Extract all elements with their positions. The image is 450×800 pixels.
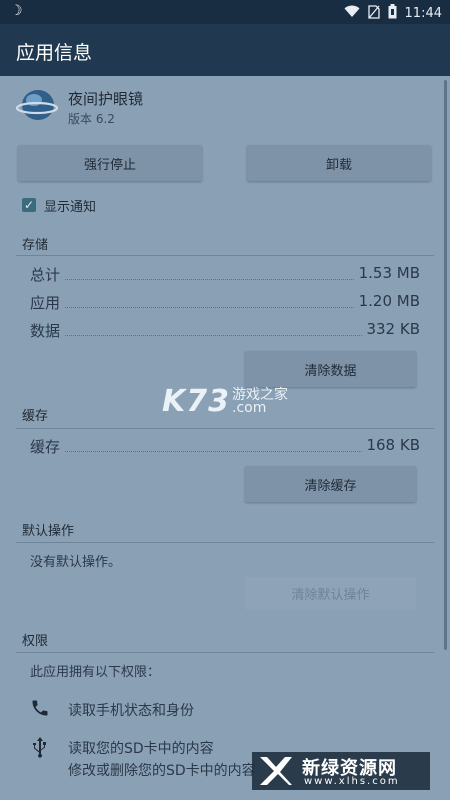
storage-row-data: 数据 332 KB <box>30 320 420 342</box>
show-notification-toggle[interactable]: ✓ 显示通知 <box>22 195 96 215</box>
no-sim-icon <box>367 4 380 23</box>
checkbox-checked-icon[interactable]: ✓ <box>22 198 36 212</box>
storage-data-value: 332 KB <box>362 320 420 338</box>
app-version: 版本 6.2 <box>68 112 115 126</box>
night-mode-icon: ☽ <box>10 3 23 19</box>
badge-site: www.xlhs.com <box>304 776 400 787</box>
cache-section-title: 缓存 <box>22 409 49 424</box>
page-title: 应用信息 <box>16 42 93 64</box>
cache-value: 168 KB <box>362 436 420 454</box>
battery-icon <box>388 4 397 23</box>
storage-divider <box>16 255 434 256</box>
wifi-icon <box>344 5 360 22</box>
status-time: 11:44 <box>404 6 442 21</box>
show-notification-label: 显示通知 <box>44 199 97 215</box>
defaults-text: 没有默认操作。 <box>30 555 122 570</box>
app-header: 夜间护眼镜 版本 6.2 <box>16 86 436 132</box>
permissions-intro: 此应用拥有以下权限： <box>30 665 161 680</box>
usb-icon <box>30 736 52 758</box>
permission-item: 读取手机状态和身份 <box>30 698 430 722</box>
permission-read-sd-text: 读取您的SD卡中的内容 <box>68 741 214 757</box>
defaults-section-title: 默认操作 <box>22 524 75 539</box>
xlhs-logo-icon <box>260 757 292 785</box>
storage-data-label: 数据 <box>30 320 65 341</box>
k73-domain: .com <box>232 400 267 416</box>
storage-app-value: 1.20 MB <box>354 292 420 310</box>
permission-phone-text: 读取手机状态和身份 <box>68 703 194 719</box>
storage-section-title: 存储 <box>22 238 49 253</box>
site-badge: 新绿资源网 www.xlhs.com <box>252 752 430 790</box>
uninstall-button[interactable]: 卸载 <box>247 145 431 181</box>
clear-cache-button[interactable]: 清除缓存 <box>245 466 416 502</box>
permissions-divider <box>16 652 434 653</box>
storage-row-total: 总计 1.53 MB <box>30 264 420 286</box>
clear-data-button[interactable]: 清除数据 <box>245 351 416 387</box>
defaults-divider <box>16 542 434 543</box>
storage-app-label: 应用 <box>30 292 65 313</box>
storage-total-label: 总计 <box>30 264 65 285</box>
status-bar: ☽ 11:44 <box>0 0 450 24</box>
cache-label: 缓存 <box>30 436 65 457</box>
k73-watermark: K73 游戏之家 .com <box>162 384 288 419</box>
app-bar: 应用信息 <box>0 24 450 76</box>
force-stop-button[interactable]: 强行停止 <box>18 145 202 181</box>
storage-row-app: 应用 1.20 MB <box>30 292 420 314</box>
k73-logo-text: K73 <box>162 384 230 419</box>
cache-row: 缓存 168 KB <box>30 436 420 458</box>
storage-total-value: 1.53 MB <box>354 264 420 282</box>
clear-defaults-button[interactable]: 清除默认操作 <box>245 577 416 610</box>
phone-icon <box>30 698 52 720</box>
permission-modify-sd-text: 修改或删除您的SD卡中的内容 <box>68 763 256 779</box>
app-icon <box>16 90 58 120</box>
scrollbar[interactable] <box>444 80 447 650</box>
app-name: 夜间护眼镜 <box>68 90 144 108</box>
cache-divider <box>16 428 434 429</box>
permissions-section-title: 权限 <box>22 634 49 649</box>
